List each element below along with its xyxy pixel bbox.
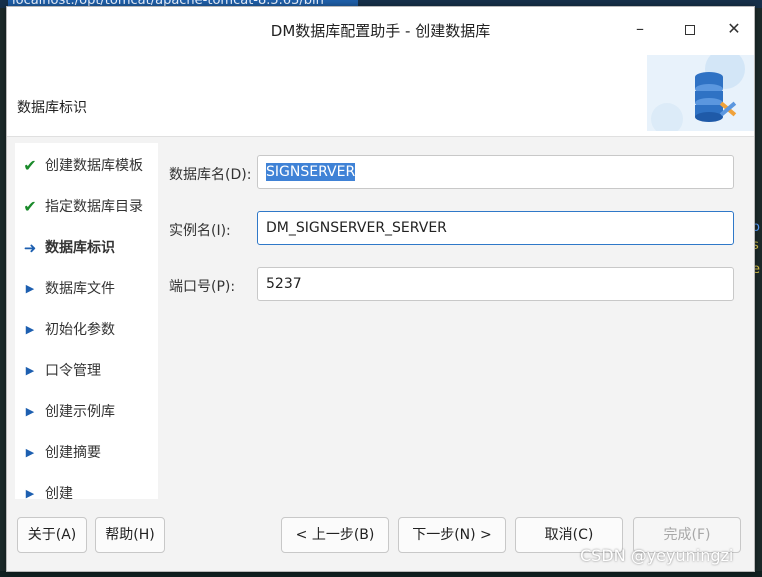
help-button[interactable]: 帮助(H)	[95, 517, 165, 553]
maximize-icon	[685, 24, 695, 35]
close-icon: ✕	[727, 19, 741, 38]
step-sample-db[interactable]: ▶ 创建示例库	[15, 393, 158, 434]
step-label: 口令管理	[45, 363, 101, 379]
step-db-identity[interactable]: ➜ 数据库标识	[15, 229, 158, 270]
wizard-steps: ✔ 创建数据库模板 ✔ 指定数据库目录 ➜ 数据库标识 ▶ 数据库文件 ▶ 初始…	[15, 143, 158, 499]
config-assistant-dialog: DM数据库配置助手 - 创建数据库 – ✕ 数据库标识 ✔ 创建数据库模板 ✔ …	[6, 6, 755, 572]
step-label: 指定数据库目录	[45, 199, 143, 215]
step-specify-directory[interactable]: ✔ 指定数据库目录	[15, 188, 158, 229]
instance-name-value: DM_SIGNSERVER_SERVER	[266, 220, 447, 236]
db-name-label: 数据库名(D):	[169, 167, 252, 183]
step-create[interactable]: ▶ 创建	[15, 475, 158, 499]
identity-form: 数据库名(D): SIGNSERVER 实例名(I): DM_SIGNSERVE…	[159, 143, 754, 499]
port-value: 5237	[266, 276, 302, 292]
close-button[interactable]: ✕	[719, 17, 749, 41]
page-title: 数据库标识	[17, 100, 87, 116]
step-label: 初始化参数	[45, 322, 115, 338]
step-label: 创建数据库模板	[45, 158, 143, 174]
check-icon: ✔	[23, 197, 37, 216]
step-label: 创建示例库	[45, 404, 115, 420]
triangle-right-icon: ▶	[25, 405, 35, 418]
page-header: 数据库标识	[7, 51, 754, 137]
minimize-icon: –	[636, 19, 644, 38]
step-password-mgmt[interactable]: ▶ 口令管理	[15, 352, 158, 393]
step-label: 创建	[45, 486, 73, 499]
db-name-input[interactable]: SIGNSERVER	[257, 155, 734, 189]
step-init-params[interactable]: ▶ 初始化参数	[15, 311, 158, 352]
triangle-right-icon: ▶	[25, 282, 35, 295]
triangle-right-icon: ▶	[25, 323, 35, 336]
minimize-button[interactable]: –	[625, 17, 655, 41]
check-icon: ✔	[23, 156, 37, 175]
step-db-files[interactable]: ▶ 数据库文件	[15, 270, 158, 311]
db-name-value: SIGNSERVER	[266, 163, 356, 181]
prev-button[interactable]: < 上一步(B)	[281, 517, 389, 553]
next-button[interactable]: 下一步(N) >	[398, 517, 506, 553]
triangle-right-icon: ▶	[25, 446, 35, 459]
title-bar[interactable]: DM数据库配置助手 - 创建数据库 – ✕	[7, 7, 754, 51]
step-create-template[interactable]: ✔ 创建数据库模板	[15, 147, 158, 188]
database-settings-icon	[647, 55, 754, 131]
maximize-button[interactable]	[675, 17, 705, 41]
arrow-right-icon: ➜	[23, 239, 37, 257]
port-label: 端口号(P):	[169, 279, 236, 295]
triangle-right-icon: ▶	[25, 364, 35, 377]
step-label: 数据库标识	[45, 240, 115, 256]
instance-name-input[interactable]: DM_SIGNSERVER_SERVER	[257, 211, 734, 245]
wizard-body: ✔ 创建数据库模板 ✔ 指定数据库目录 ➜ 数据库标识 ▶ 数据库文件 ▶ 初始…	[7, 137, 754, 499]
step-label: 数据库文件	[45, 281, 115, 297]
step-summary[interactable]: ▶ 创建摘要	[15, 434, 158, 475]
step-label: 创建摘要	[45, 445, 101, 461]
instance-name-label: 实例名(I):	[169, 223, 231, 239]
about-button[interactable]: 关于(A)	[17, 517, 87, 553]
watermark: CSDN @yeyuningzi	[580, 546, 734, 565]
port-input[interactable]: 5237	[257, 267, 734, 301]
triangle-right-icon: ▶	[25, 487, 35, 499]
